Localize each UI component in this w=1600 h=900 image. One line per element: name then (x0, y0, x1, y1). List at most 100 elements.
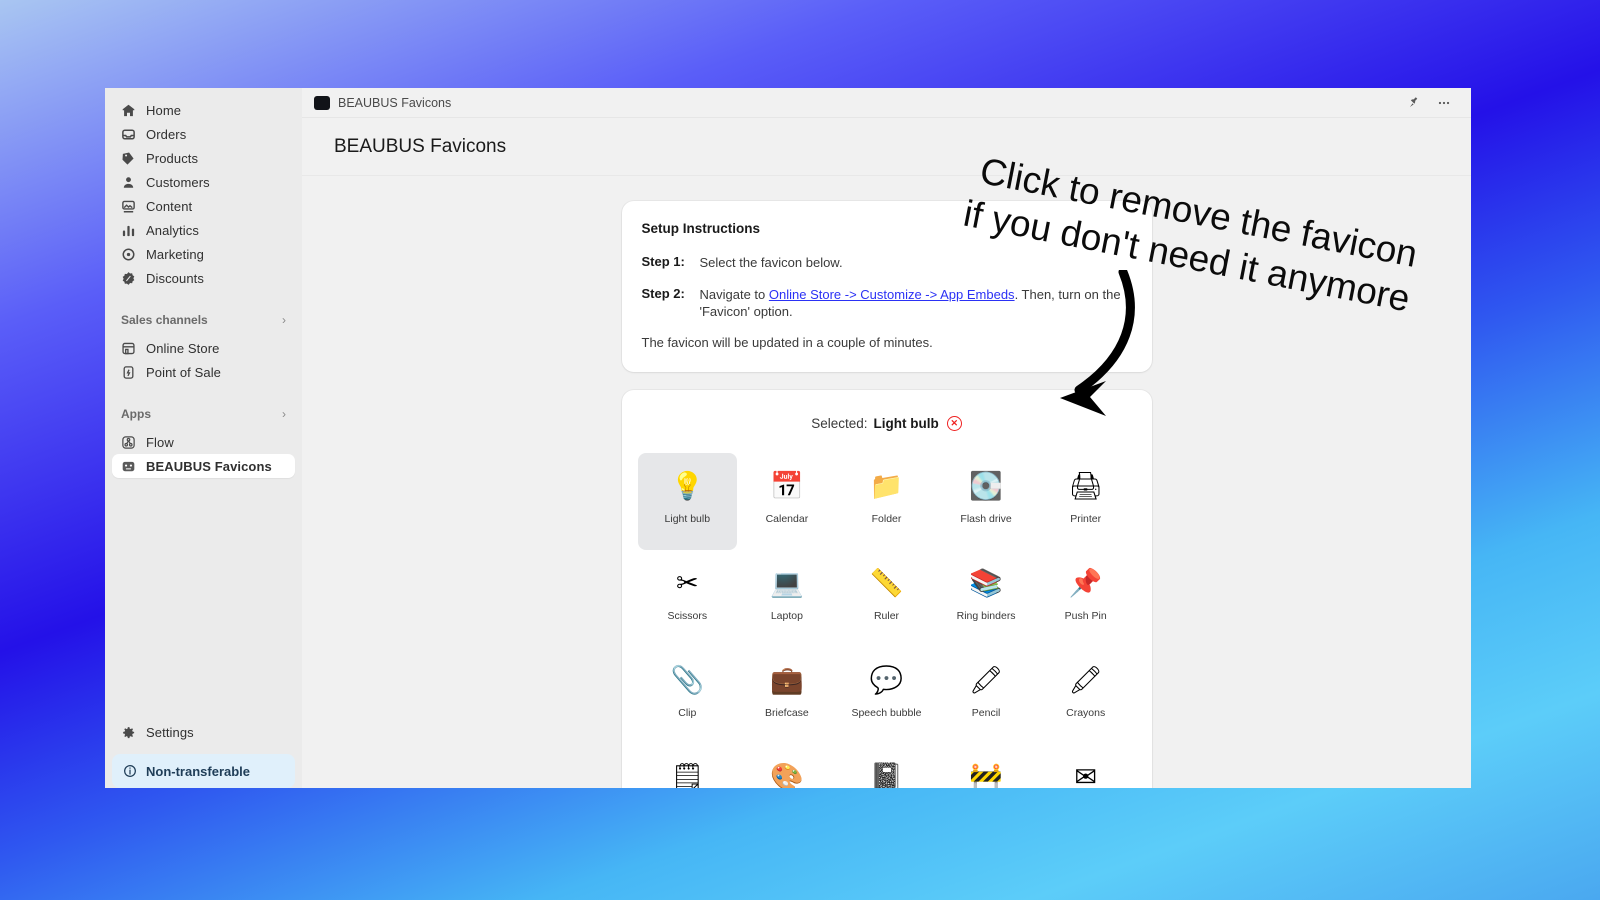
sidebar-item-customers[interactable]: Customers (112, 170, 295, 194)
selected-row: Selected: Light bulb ✕ (638, 415, 1136, 431)
beaubus-app-icon (120, 458, 136, 474)
chevron-right-icon[interactable]: › (282, 314, 286, 326)
sidebar-item-flow[interactable]: Flow (112, 430, 295, 454)
sidebar-item-settings[interactable]: Settings (112, 720, 295, 744)
sidebar-section-apps[interactable]: Apps › (105, 404, 302, 424)
favicon-glyph-icon: 📏 (869, 568, 904, 599)
step-text: Navigate to Online Store -> Customize ->… (700, 286, 1132, 321)
sidebar-item-label: Home (146, 102, 182, 118)
sidebar-item-content[interactable]: Content (112, 194, 295, 218)
favicon-grid: 💡 Light bulb 📅 Calendar 📁 Folder 💽 Flash drive 🖨… (637, 452, 1136, 788)
favicon-option[interactable]: 🖍 Pencil (936, 647, 1036, 744)
sidebar-item-label: Discounts (146, 270, 204, 286)
favicon-glyph-icon: 💽 (969, 471, 1003, 502)
page-header: BEAUBUS Favicons (302, 118, 1471, 176)
app-topbar: BEAUBUS Favicons (302, 88, 1471, 118)
favicon-option[interactable]: 💼 Briefcase (737, 647, 837, 744)
favicon-option[interactable]: 💽 Flash drive (936, 453, 1036, 550)
sidebar-primary-nav: Home Orders Products Customers Content A… (105, 98, 302, 290)
favicon-option[interactable]: 📌 Push Pin (1036, 550, 1136, 647)
favicon-option-label: Push Pin (1064, 609, 1107, 622)
favicon-option[interactable]: 📎 Clip (638, 647, 738, 744)
favicon-glyph-icon: 💡 (670, 471, 705, 502)
setup-instructions-card: Setup Instructions Step 1: Select the fa… (621, 201, 1152, 372)
favicon-option[interactable]: 💡 Light bulb (637, 452, 738, 550)
content-inner: Setup Instructions Step 1: Select the fa… (621, 201, 1152, 788)
sidebar-item-products[interactable]: Products (112, 146, 295, 170)
favicon-glyph-icon: 📅 (770, 471, 804, 502)
chevron-right-icon[interactable]: › (282, 408, 286, 420)
favicon-option-label: Clip (678, 706, 697, 719)
sidebar-item-orders[interactable]: Orders (112, 122, 295, 146)
favicon-option[interactable]: 🗒Notepad (638, 744, 738, 788)
sidebar-item-label: Content (146, 198, 193, 214)
favicon-option-label: Laptop (770, 609, 803, 622)
favicon-option-label: Speech bubble (851, 706, 922, 719)
banner-label: Non-transferable (146, 763, 251, 779)
sidebar: Home Orders Products Customers Content A… (105, 88, 302, 788)
remove-circle-x-icon[interactable]: ✕ (946, 415, 962, 431)
favicon-glyph-icon: 💻 (770, 568, 804, 599)
favicon-option[interactable]: 🖍 Crayons (1036, 647, 1136, 744)
app-embeds-link[interactable]: Online Store -> Customize -> App Embeds (769, 287, 1015, 302)
favicon-option[interactable]: 💻 Laptop (737, 550, 837, 647)
point-of-sale-icon (120, 364, 136, 380)
sidebar-item-beaubus-favicons[interactable]: BEAUBUS Favicons (112, 454, 295, 478)
sidebar-item-home[interactable]: Home (112, 98, 295, 122)
marketing-target-icon (120, 246, 136, 262)
non-transferable-banner: Non-transferable (112, 754, 295, 788)
sidebar-item-online-store[interactable]: Online Store (112, 336, 295, 360)
favicon-option[interactable]: 📓Notebook (837, 744, 937, 788)
favicon-option-label: Printer (1070, 512, 1102, 525)
favicon-option[interactable]: 📅 Calendar (737, 453, 837, 550)
favicon-glyph-icon: 🎨 (770, 762, 804, 788)
step-label: Step 1: (641, 254, 685, 269)
more-horizontal-icon[interactable] (1433, 92, 1455, 114)
step-row-1: Step 1: Select the favicon below. (642, 254, 1132, 272)
favicon-glyph-icon: 💬 (869, 665, 904, 696)
favicon-option[interactable]: 🖨 Printer (1036, 453, 1136, 550)
favicon-glyph-icon: 📌 (1068, 568, 1103, 599)
sidebar-item-marketing[interactable]: Marketing (112, 242, 295, 266)
sidebar-item-label: BEAUBUS Favicons (146, 458, 272, 474)
sidebar-apps-list: Flow BEAUBUS Favicons (105, 430, 302, 478)
sidebar-item-discounts[interactable]: Discounts (112, 266, 295, 290)
favicon-option[interactable]: ✉Envelope (1036, 744, 1136, 788)
favicon-option-label: Pencil (971, 706, 1001, 719)
favicon-option[interactable]: 🎨Palette (737, 744, 837, 788)
sidebar-section-label: Sales channels (121, 313, 208, 327)
content-scroll-area[interactable]: Setup Instructions Step 1: Select the fa… (302, 176, 1471, 788)
sidebar-item-analytics[interactable]: Analytics (112, 218, 295, 242)
main-area: BEAUBUS Favicons BEAUBUS Favicons Setup … (302, 88, 1471, 788)
sidebar-item-label: Analytics (146, 222, 199, 238)
sidebar-item-label: Orders (146, 126, 187, 142)
favicon-glyph-icon: 📓 (869, 762, 904, 788)
pin-icon[interactable] (1403, 92, 1425, 114)
favicon-option-label: Crayons (1066, 706, 1106, 719)
favicon-option[interactable]: 💬 Speech bubble (837, 647, 937, 744)
app-window: Home Orders Products Customers Content A… (105, 88, 1471, 788)
favicon-glyph-icon: 📁 (869, 471, 904, 502)
favicon-option[interactable]: 📏 Ruler (837, 550, 937, 647)
favicon-glyph-icon: ✉ (1074, 762, 1097, 788)
favicon-option-label: Ring binders (956, 609, 1016, 622)
discounts-badge-icon (120, 270, 136, 286)
sidebar-item-label: Marketing (146, 246, 204, 262)
favicon-option[interactable]: 📚 Ring binders (936, 550, 1036, 647)
favicon-option-label: Calendar (765, 512, 809, 525)
gear-icon (120, 724, 136, 740)
step-text-before: Navigate to (699, 286, 769, 302)
favicon-glyph-icon: 🖍 (1068, 665, 1103, 696)
sidebar-section-sales-channels[interactable]: Sales channels › (105, 310, 302, 330)
favicon-option[interactable]: ✂ Scissors (638, 550, 738, 647)
favicon-option[interactable]: 🚧Construction sign (936, 744, 1036, 788)
favicon-option[interactable]: 📁 Folder (837, 453, 937, 550)
content-image-icon (120, 198, 136, 214)
sidebar-item-label: Customers (146, 174, 210, 190)
step-row-2: Step 2: Navigate to Online Store -> Cust… (642, 286, 1132, 321)
favicon-glyph-icon: 📎 (670, 665, 705, 696)
customers-person-icon (120, 174, 136, 190)
favicon-glyph-icon: 🖨 (1068, 471, 1103, 502)
selected-favicon-name: Light bulb (873, 415, 939, 431)
sidebar-item-point-of-sale[interactable]: Point of Sale (112, 360, 295, 384)
